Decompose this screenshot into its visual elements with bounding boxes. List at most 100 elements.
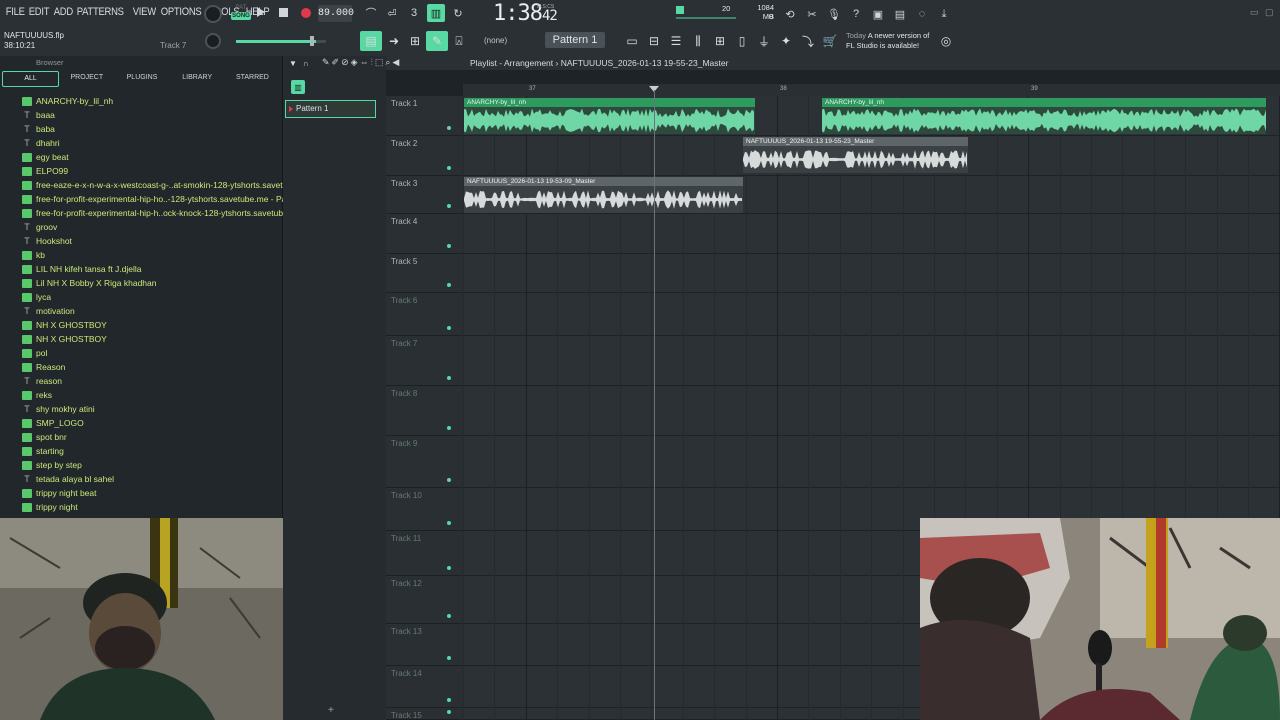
browser-view-icon[interactable]: ⊞ (709, 31, 731, 51)
metronome-icon[interactable]: ⌒ (362, 4, 380, 22)
track-enable-dot[interactable] (447, 698, 451, 702)
track-header[interactable]: Track 10 (386, 488, 463, 531)
master-volume-slider[interactable] (236, 36, 326, 46)
browser-item[interactable]: trippy night (0, 500, 283, 514)
speaker-icon[interactable]: ◀ (392, 57, 399, 68)
feather-icon[interactable]: ✦ (775, 31, 797, 51)
menu-patterns[interactable]: PATTERNS (75, 6, 125, 18)
track-enable-dot[interactable] (447, 283, 451, 287)
play-icon[interactable] (257, 7, 265, 17)
track-header[interactable]: Track 6 (386, 293, 463, 336)
stamp-icon[interactable]: ⍓ (448, 31, 470, 51)
playlist-icon[interactable]: ▤ (360, 31, 382, 51)
browser-item[interactable]: kb (0, 248, 283, 262)
plug-icon[interactable]: ⏚ (753, 31, 775, 51)
cut-icon[interactable]: ✂ (803, 5, 821, 23)
loop-record-icon[interactable]: ↻ (449, 4, 467, 22)
browser-item[interactable]: Tbaba (0, 122, 283, 136)
zoom-tool-icon[interactable]: ⌕ (385, 57, 390, 68)
mic-icon[interactable]: 🎙 (825, 5, 843, 23)
menu-options[interactable]: OPTIONS (159, 6, 203, 18)
track-enable-dot[interactable] (447, 126, 451, 130)
tab-all[interactable]: ALL (2, 71, 60, 87)
browser-item[interactable]: spot bnr (0, 430, 283, 444)
step-seq-icon[interactable]: ⊞ (404, 31, 426, 51)
minimize-icon[interactable]: ▭ (1250, 7, 1259, 18)
track-header[interactable]: Track 2 (386, 136, 463, 176)
blend-notes-icon[interactable]: ▥ (427, 4, 445, 22)
track-header[interactable]: Track 15 (386, 708, 463, 720)
track-header[interactable]: Track 1 (386, 96, 463, 136)
browser-item[interactable]: ANARCHY-by_lil_nh (0, 94, 283, 108)
track-enable-dot[interactable] (447, 710, 451, 714)
clip-track3[interactable]: NAFTUUUUS_2026-01-13 19-53-09_Master (464, 177, 743, 213)
browser-item[interactable]: Lil NH X Bobby X Riga khadhan (0, 276, 283, 290)
browser-item[interactable]: step by step (0, 458, 283, 472)
slice-tool-icon[interactable]: ⫶ (371, 57, 373, 68)
browser-item[interactable]: ELPO99 (0, 164, 283, 178)
chat-icon[interactable]: ◌ (913, 5, 931, 23)
piano-roll-icon[interactable]: ⊟ (643, 31, 665, 51)
track-enable-dot[interactable] (447, 566, 451, 570)
track-enable-dot[interactable] (447, 204, 451, 208)
record-icon[interactable] (301, 8, 311, 18)
browser-item[interactable]: pol (0, 346, 283, 360)
undo-icon[interactable]: ⟲ (781, 5, 799, 23)
help-icon[interactable]: ? (847, 5, 865, 23)
mixer-view-icon[interactable]: ⫼ (687, 31, 709, 51)
track-header[interactable]: Track 9 (386, 436, 463, 488)
news-panel[interactable]: Today A newer version of FL Studio is av… (846, 31, 929, 51)
browser-item[interactable]: Tdhahri (0, 136, 283, 150)
track-header[interactable]: Track 13 (386, 624, 463, 666)
slip-tool-icon[interactable]: ⇔ (360, 57, 369, 68)
arrow-icon[interactable]: ➜ (383, 31, 405, 51)
track-header[interactable]: Track 5 (386, 254, 463, 293)
track-enable-dot[interactable] (447, 376, 451, 380)
browser-item[interactable]: free-eaze-e-x-n-w-a-x-westcoast-g-..at-s… (0, 178, 283, 192)
track-enable-dot[interactable] (447, 521, 451, 525)
track-enable-dot[interactable] (447, 166, 451, 170)
add-pattern-icon[interactable]: + (328, 705, 334, 716)
timeline-ruler[interactable]: 37 38 39 (463, 84, 1280, 96)
browser-item[interactable]: Reason (0, 360, 283, 374)
track-header[interactable]: Track 11 (386, 531, 463, 576)
arrangement-name[interactable]: NAFTUUUUS_2026-01-13 19-55-23_Master (561, 58, 729, 68)
draw-tool-icon[interactable]: ✎ (322, 57, 330, 68)
download-icon[interactable]: ⤓ (935, 5, 953, 23)
wait-icon[interactable]: ⏎ (383, 4, 401, 22)
browser-item[interactable]: NH X GHOSTBOY (0, 318, 283, 332)
browser-item[interactable]: free-for-profit-experimental-hip-h..ock-… (0, 206, 283, 220)
mute-tool-icon[interactable]: ◈ (351, 57, 358, 68)
browser-item[interactable]: Tshy mokhy atini (0, 402, 283, 416)
pitch-knob[interactable] (205, 33, 221, 49)
track-header[interactable]: Track 3 (386, 176, 463, 214)
save-icon[interactable]: ▣ (869, 5, 887, 23)
tab-library[interactable]: LIBRARY (170, 71, 225, 87)
track-header[interactable]: Track 8 (386, 386, 463, 436)
tempo-display[interactable]: 89.000 (318, 5, 354, 22)
delete-tool-icon[interactable]: ⊘ (341, 57, 349, 68)
stop-icon[interactable] (279, 8, 288, 17)
globe-icon[interactable]: ◎ (935, 31, 957, 51)
clip-track2[interactable]: NAFTUUUUS_2026-01-13 19-55-23_Master (743, 137, 968, 173)
menu-edit[interactable]: EDIT (27, 6, 51, 18)
browser-item[interactable]: starting (0, 444, 283, 458)
countdown-icon[interactable]: 3 (405, 4, 423, 22)
browser-item[interactable]: Tmotivation (0, 304, 283, 318)
tempo-tap-icon[interactable]: ⤵ (797, 31, 819, 51)
magnet-icon[interactable]: ∩ (303, 59, 309, 68)
pattern-tool-icon[interactable]: ▥ (291, 80, 305, 94)
clip-track1-a[interactable]: ANARCHY-by_lil_nh (464, 98, 755, 134)
browser-item[interactable]: lyca (0, 290, 283, 304)
menu-view[interactable]: VIEW (131, 6, 158, 18)
tab-plugins[interactable]: PLUGINS (114, 71, 169, 87)
track-enable-dot[interactable] (447, 426, 451, 430)
pattern-select[interactable]: Pattern 1 (545, 32, 605, 48)
browser-item[interactable]: reks (0, 388, 283, 402)
draw-icon[interactable]: ✎ (426, 31, 448, 51)
select-tool-icon[interactable]: ⬚ (375, 57, 384, 68)
mixer-icon[interactable]: ▤ (891, 5, 909, 23)
tab-project[interactable]: PROJECT (59, 71, 114, 87)
browser-item[interactable]: Treason (0, 374, 283, 388)
browser-item[interactable]: SMP_LOGO (0, 416, 283, 430)
